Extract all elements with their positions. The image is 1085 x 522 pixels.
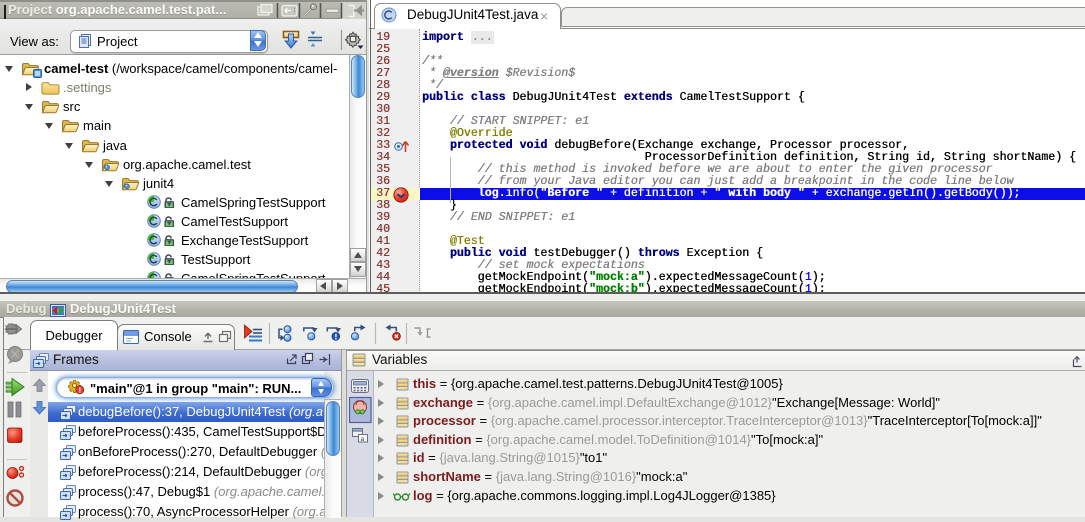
svg-text:a: a (361, 436, 365, 443)
